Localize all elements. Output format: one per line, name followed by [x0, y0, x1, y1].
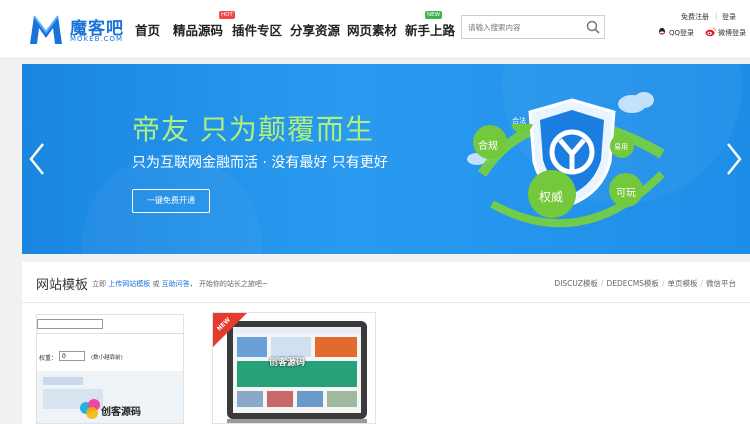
nav-home[interactable]: 首页 [135, 20, 160, 39]
watermark-logo-icon [80, 399, 100, 419]
hot-badge: HOT [219, 11, 235, 19]
weight-label: 权重： [39, 355, 58, 362]
search-input[interactable] [468, 20, 580, 34]
template-card[interactable]: 权重： 0 (数小越靠前) 创客源码 [36, 314, 184, 424]
nav-beginner-guide[interactable]: 新手上路 [405, 20, 455, 39]
desc-prefix: 立即 [92, 280, 106, 288]
nav-premium-source[interactable]: 精品源码 [173, 20, 223, 39]
section-description: 立即 上传网站模板 或 互助问答， 开始你的站长之旅吧~ [92, 280, 268, 288]
category-single-page[interactable]: 单页模板 [667, 279, 697, 288]
site-logo[interactable]: 魔客吧 MOKEB.COM [28, 12, 138, 46]
laptop-preview-image [227, 321, 367, 423]
qq-login-link[interactable]: QQ登录 [669, 28, 694, 38]
category-discuz[interactable]: DISCUZ模板 [554, 279, 597, 288]
card-input-box [37, 319, 103, 329]
new-badge: NEW [425, 11, 443, 19]
weight-note: (数小越靠前) [91, 355, 123, 361]
register-link[interactable]: 免费注册 [681, 12, 709, 22]
bubble-easy: 易用 [614, 143, 628, 151]
preview-block [43, 377, 83, 385]
card-watermark-text: 创客源码 [101, 407, 141, 418]
search-icon[interactable] [585, 19, 601, 35]
logo-subtext: MOKEB.COM [70, 35, 124, 43]
category-wechat[interactable]: 微信平台 [706, 279, 736, 288]
template-card[interactable]: NEW 创客源码 [212, 312, 376, 424]
link-separator: | [715, 12, 718, 20]
bubble-legal: 合法 [512, 117, 526, 125]
qq-icon[interactable] [657, 27, 667, 37]
hero-banner[interactable]: 合规 合法 权威 可玩 易用 帝友 只为颠覆而生 只为互联网金融而活 · 没有最… [22, 64, 750, 254]
card-watermark-text: 创客源码 [269, 358, 306, 368]
feature-bubbles [473, 124, 643, 218]
nav-plugins[interactable]: 插件专区 [232, 20, 282, 39]
login-link[interactable]: 登录 [722, 12, 736, 22]
bubble-compliant: 合规 [478, 141, 498, 152]
prev-slide-arrow-icon[interactable] [27, 142, 47, 176]
section-title: 网站模板 [36, 278, 89, 293]
next-slide-arrow-icon[interactable] [724, 142, 744, 176]
desc-suffix: 开始你的站长之旅吧~ [198, 280, 268, 288]
bubble-fun: 可玩 [616, 188, 636, 199]
category-links: DISCUZ模板 / DEDECMS模板 / 单页模板 / 微信平台 [554, 279, 736, 288]
upload-template-link[interactable]: 上传网站模板 [108, 280, 150, 288]
qa-link[interactable]: 互助问答 [162, 280, 190, 288]
free-open-button[interactable]: 一键免费开通 [132, 189, 210, 213]
top-header: 魔客吧 MOKEB.COM 首页 精品源码 HOT 插件专区 分享资源 网页素材… [0, 0, 750, 59]
desc-or: 或 [152, 280, 160, 288]
section-header: 网站模板 立即 上传网站模板 或 互助问答， 开始你的站长之旅吧~ DISCUZ… [22, 262, 750, 303]
user-links: 免费注册 | 登录 QQ登录 微博登录 [655, 10, 750, 50]
nav-web-assets[interactable]: 网页素材 [347, 20, 397, 39]
search-box [461, 15, 605, 39]
banner-subtitle: 只为互联网金融而活 · 没有最好 只有更好 [132, 155, 388, 171]
logo-mark-icon [30, 15, 62, 44]
weibo-icon[interactable] [705, 27, 716, 37]
weight-field: 0 [59, 351, 85, 361]
category-dedecms[interactable]: DEDECMS模板 [606, 279, 659, 288]
weibo-login-link[interactable]: 微博登录 [718, 28, 746, 38]
bubble-authority: 权威 [539, 190, 564, 204]
banner-title: 帝友 只为颠覆而生 [132, 113, 374, 146]
nav-share-resources[interactable]: 分享资源 [290, 20, 340, 39]
card-divider [37, 333, 183, 334]
website-templates-section: 网站模板 立即 上传网站模板 或 互助问答， 开始你的站长之旅吧~ DISCUZ… [22, 262, 750, 424]
